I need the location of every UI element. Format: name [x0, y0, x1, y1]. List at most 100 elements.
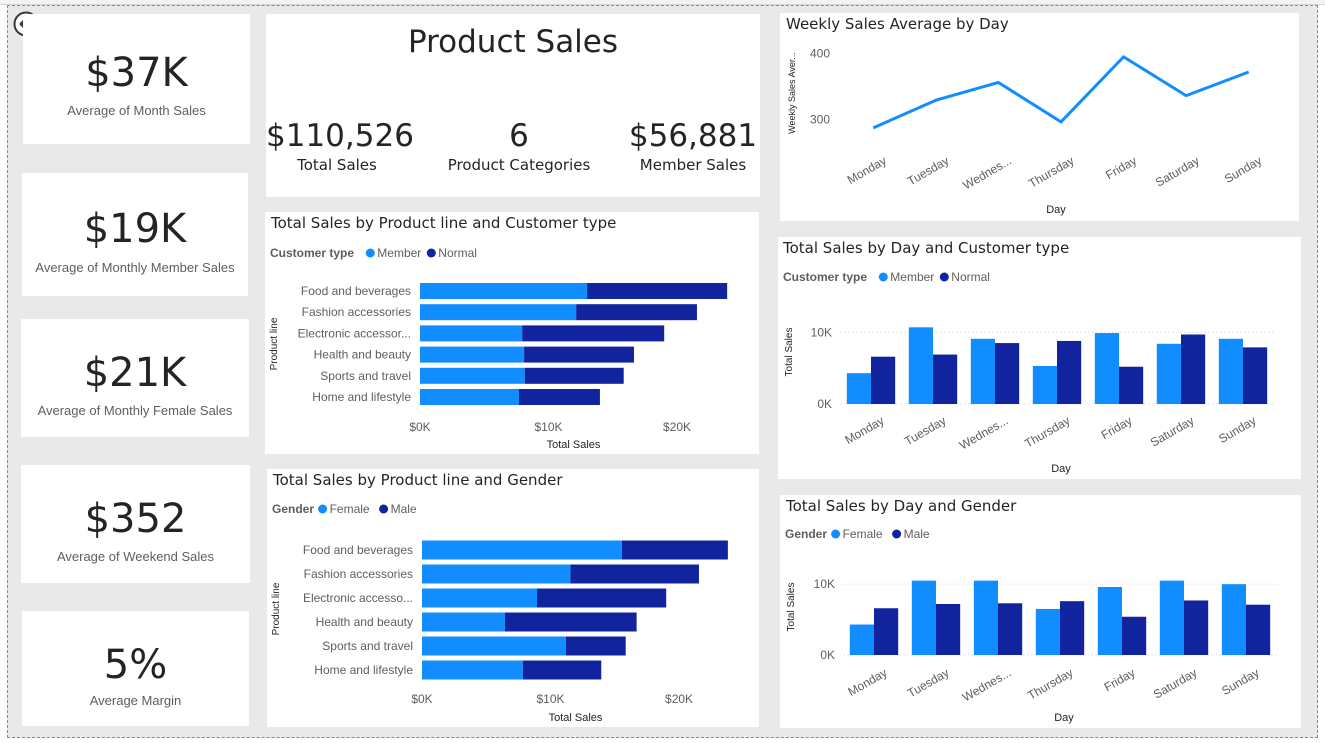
- x-tick-label: Friday: [1102, 665, 1138, 694]
- x-axis-title: Total Sales: [549, 712, 603, 724]
- y-tick-label: 300: [810, 112, 830, 126]
- x-tick-label: Saturday: [1151, 665, 1200, 701]
- metric-member-sales: $56,881 Member Sales: [628, 118, 758, 174]
- legend-title: Customer type: [783, 270, 867, 284]
- bar: [1057, 340, 1082, 404]
- column-chart-day-gender: Gender Female Male 0K 10K Monday Tuesday Wednes…: [785, 527, 1277, 724]
- y-tick-label: Food and beverages: [303, 543, 413, 557]
- y-tick-label: Fashion accessories: [304, 567, 413, 581]
- x-tick-label: Thursday: [1022, 413, 1072, 450]
- kpi-card-weekend-sales[interactable]: $352 Average of Weekend Sales: [21, 465, 250, 583]
- bar: [871, 356, 896, 404]
- chart-card-day-gender[interactable]: Total Sales by Day and Gender Gender Fema…: [780, 495, 1301, 728]
- bar: [911, 580, 936, 655]
- bar: [846, 373, 871, 404]
- kpi-card-member-sales[interactable]: $19K Average of Monthly Member Sales: [22, 173, 248, 296]
- bar: [1119, 366, 1144, 404]
- bar-segment: [524, 367, 624, 384]
- bar: [908, 327, 933, 404]
- kpi-label: Average of Monthly Member Sales: [35, 260, 235, 275]
- bar-segment: [420, 367, 525, 384]
- x-tick-label: Wednes...: [960, 665, 1014, 704]
- x-tick-label: Monday: [845, 153, 889, 186]
- y-tick-label: Health and beauty: [316, 615, 413, 629]
- y-tick-label: Electronic accesso...: [303, 591, 413, 605]
- bar: [995, 343, 1020, 404]
- y-tick-label: 0K: [820, 648, 835, 662]
- x-tick-label: Wednes...: [960, 153, 1014, 192]
- bar-segment: [570, 564, 699, 584]
- y-tick-label: Sports and travel: [322, 639, 413, 653]
- metric-label: Total Sales: [297, 156, 377, 174]
- metric-value: $110,526: [266, 118, 414, 154]
- bar: [1221, 584, 1246, 655]
- bar-segment: [420, 325, 523, 342]
- bar-chart-product-line-gender: Gender Female Male Food and beverages Fashio…: [271, 502, 728, 724]
- bar-segment: [422, 612, 505, 632]
- x-tick-label: Sunday: [1219, 665, 1261, 697]
- bar-segment: [422, 564, 571, 584]
- bar-segment: [420, 346, 525, 363]
- y-axis-title: Product line: [271, 582, 282, 635]
- x-tick-label: Thursday: [1025, 665, 1075, 702]
- legend-item: Male: [391, 502, 417, 516]
- y-axis-title: Total Sales: [784, 328, 795, 377]
- bar-segment: [422, 540, 622, 560]
- legend-item: Normal: [438, 246, 477, 260]
- x-tick-label: Monday: [846, 665, 890, 698]
- bar: [1246, 604, 1271, 655]
- product-sales-header-card[interactable]: Product Sales $110,526 Total Sales 6 Pro…: [266, 14, 760, 197]
- chart-card-product-line-customer[interactable]: Total Sales by Product line and Customer…: [265, 212, 759, 454]
- kpi-label: Average Margin: [89, 693, 182, 708]
- x-tick-label: Friday: [1099, 413, 1135, 442]
- bar-segment: [422, 660, 523, 680]
- legend-title: Gender: [272, 502, 314, 516]
- bar: [1159, 580, 1184, 655]
- x-tick-label: Saturday: [1153, 153, 1202, 189]
- x-tick-label: $0K: [411, 692, 432, 706]
- bar: [1094, 333, 1119, 404]
- y-tick-label: Sports and travel: [320, 369, 411, 383]
- kpi-card-month-sales[interactable]: $37K Average of Month Sales: [23, 14, 250, 144]
- kpi-card-female-sales[interactable]: $21K Average of Monthly Female Sales: [21, 319, 249, 437]
- bar-segment: [537, 588, 667, 608]
- kpi-label: Average of Weekend Sales: [56, 549, 215, 564]
- y-tick-label: Food and beverages: [301, 284, 411, 298]
- bar: [849, 624, 874, 655]
- legend-marker: [379, 504, 389, 514]
- x-tick-label: $10K: [535, 420, 563, 434]
- chart-card-day-customer[interactable]: Total Sales by Day and Customer type Cus…: [778, 237, 1301, 479]
- y-tick-label: 10K: [811, 325, 832, 339]
- legend-marker: [365, 248, 375, 258]
- legend-title: Gender: [785, 527, 827, 541]
- bar: [1184, 600, 1209, 655]
- bar: [1122, 616, 1147, 655]
- legend-item: Member: [377, 246, 421, 260]
- x-tick-label: $20K: [665, 692, 693, 706]
- x-tick-label: $10K: [537, 692, 565, 706]
- bar: [933, 354, 958, 404]
- x-tick-label: Monday: [843, 413, 887, 446]
- kpi-value: $352: [84, 496, 187, 542]
- bar-segment: [518, 389, 600, 405]
- legend-item: Male: [904, 527, 930, 541]
- bar: [1218, 338, 1243, 404]
- kpi-value: 5%: [103, 642, 168, 688]
- bar-segment: [576, 304, 697, 321]
- series-line: [872, 55, 1250, 130]
- legend-item: Normal: [951, 270, 990, 284]
- bar: [1156, 343, 1181, 404]
- y-tick-label: Health and beauty: [314, 348, 411, 362]
- y-axis-title: Total Sales: [786, 583, 797, 632]
- chart-card-weekly-sales-average[interactable]: Weekly Sales Average by Day 300 400 Monday…: [780, 13, 1299, 221]
- x-tick-label: Saturday: [1148, 413, 1197, 449]
- y-tick-label: Home and lifestyle: [312, 390, 411, 404]
- bar-segment: [422, 588, 538, 608]
- kpi-card-average-margin[interactable]: 5% Average Margin: [22, 611, 249, 726]
- bar-segment: [522, 660, 602, 680]
- bar: [1035, 608, 1060, 655]
- bar: [1060, 601, 1085, 655]
- bar-segment: [420, 389, 519, 405]
- chart-card-product-line-gender[interactable]: Total Sales by Product line and Gender G…: [267, 469, 759, 727]
- y-tick-label: Electronic accessor...: [298, 326, 411, 340]
